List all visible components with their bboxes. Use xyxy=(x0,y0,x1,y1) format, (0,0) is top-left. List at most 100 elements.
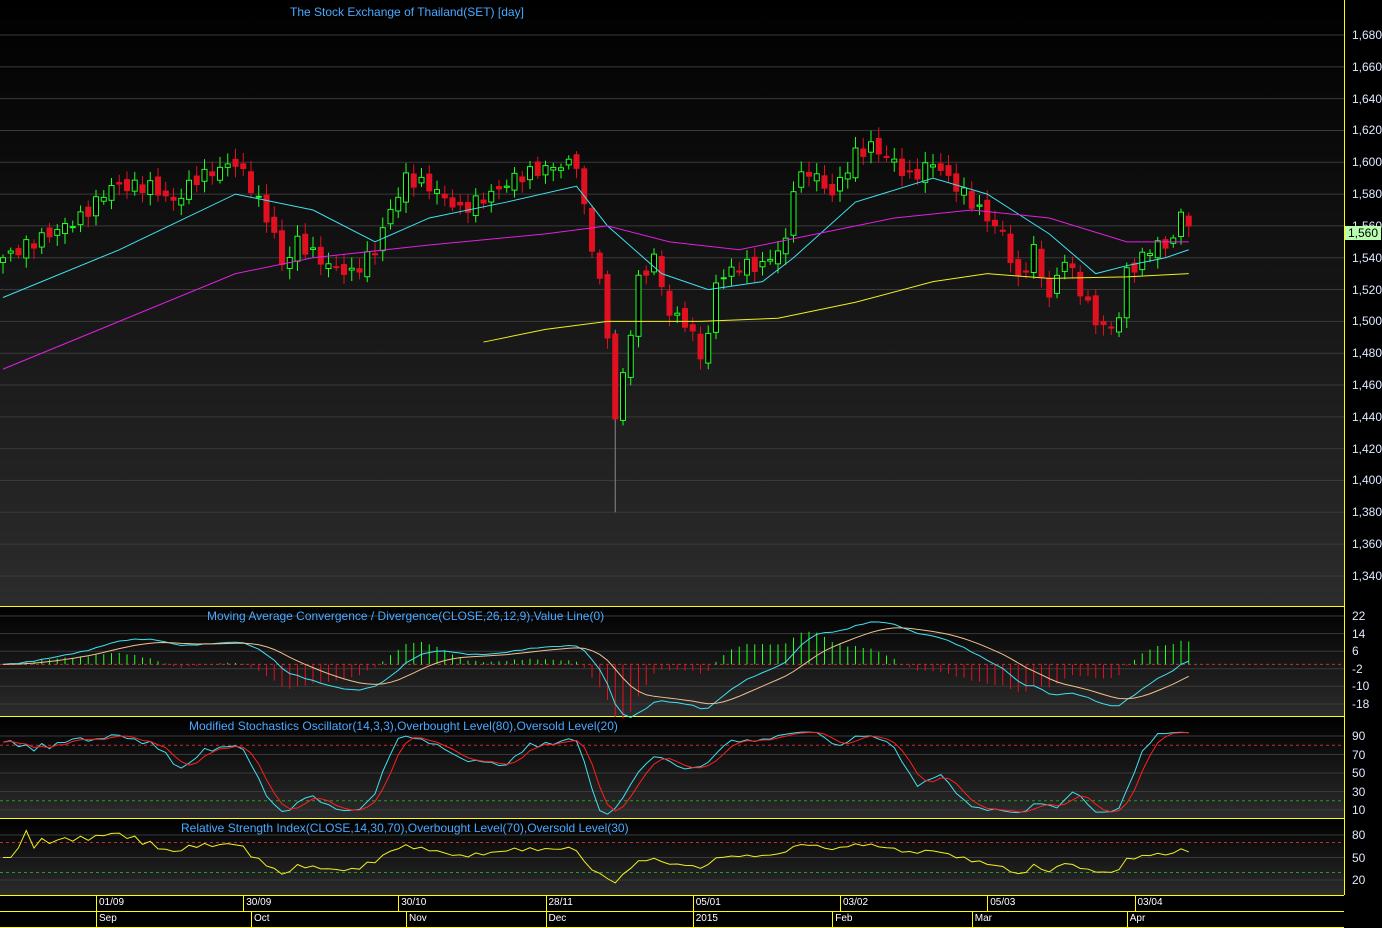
candle-up xyxy=(434,189,440,194)
date-label: 28/11 xyxy=(545,896,573,911)
candle-down xyxy=(1185,215,1192,227)
last-price-label: 1,560 xyxy=(1345,226,1382,240)
candle-down xyxy=(697,333,704,360)
rsi-tick-label: 50 xyxy=(1352,850,1366,865)
candle-up xyxy=(77,211,84,226)
candle-up xyxy=(472,195,479,217)
date-label: 30/09 xyxy=(243,896,271,911)
candle-down xyxy=(643,270,650,276)
candle-up xyxy=(0,257,6,264)
candle-up xyxy=(62,222,68,235)
candle-up xyxy=(542,165,549,176)
candle-up xyxy=(54,229,61,236)
date-label: 05/01 xyxy=(692,896,721,911)
candle-up xyxy=(147,180,154,195)
candle-up xyxy=(1061,261,1068,272)
candle-up xyxy=(635,274,642,337)
candle-up xyxy=(720,277,727,280)
candle-up xyxy=(844,172,851,180)
rsi-tick-label: 80 xyxy=(1352,828,1366,842)
candle-down xyxy=(209,171,216,177)
candle-down xyxy=(604,274,611,339)
candle-down xyxy=(480,199,487,204)
candle-up xyxy=(922,162,929,183)
candle-down xyxy=(899,158,905,176)
month-label: Oct xyxy=(251,912,270,927)
stoch-title: Modified Stochastics Oscillator(14,3,3),… xyxy=(189,719,618,733)
price-tick-label: 1,360 xyxy=(1352,537,1382,552)
candle-up xyxy=(325,263,332,269)
candle-down xyxy=(1038,248,1045,278)
candle-down xyxy=(519,176,526,183)
candle-up xyxy=(775,250,781,265)
candle-down xyxy=(945,165,952,176)
candle-up xyxy=(651,253,657,273)
candle-down xyxy=(333,266,340,269)
price-tick-label: 1,340 xyxy=(1352,568,1382,583)
month-label: Apr xyxy=(1126,912,1145,927)
macd-tick-label: 6 xyxy=(1352,644,1359,659)
candle-down xyxy=(341,264,347,275)
candle-down xyxy=(1085,296,1091,301)
candle-down xyxy=(1077,271,1084,297)
candle-up xyxy=(1123,267,1130,319)
candle-up xyxy=(7,250,14,254)
candle-up xyxy=(728,266,735,277)
candle-down xyxy=(682,308,688,328)
candle-up xyxy=(627,334,634,378)
price-tick-label: 1,620 xyxy=(1352,123,1382,138)
candle-up xyxy=(961,187,967,196)
macd-tick-label: -2 xyxy=(1352,661,1363,676)
candle-up xyxy=(705,332,712,364)
price-tick-label: 1,480 xyxy=(1352,346,1382,361)
date-label: 03/02 xyxy=(840,896,868,911)
candle-down xyxy=(31,243,37,249)
candle-down xyxy=(116,182,123,185)
candle-down xyxy=(666,290,673,316)
candle-down xyxy=(821,175,828,189)
date-label: 03/04 xyxy=(1134,896,1163,911)
candle-down xyxy=(984,199,991,222)
candle-up xyxy=(294,235,301,262)
candle-down xyxy=(968,191,975,209)
candle-down xyxy=(232,158,239,167)
candle-up xyxy=(1030,244,1037,274)
macd-title: Moving Average Convergence / Divergence(… xyxy=(207,609,605,623)
candle-down xyxy=(248,171,254,194)
candle-down xyxy=(139,184,146,193)
candle-up xyxy=(23,239,30,259)
candle-up xyxy=(93,196,99,217)
candle-down xyxy=(806,171,812,177)
candle-down xyxy=(883,155,890,158)
candle-down xyxy=(271,216,278,233)
candle-down xyxy=(263,194,270,223)
candle-up xyxy=(1116,317,1122,333)
month-label: Sep xyxy=(96,912,117,927)
price-tick-label: 1,460 xyxy=(1352,378,1382,393)
chart-title: The Stock Exchange of Thailand(SET) [day… xyxy=(290,5,524,19)
price-tick-label: 1,600 xyxy=(1352,155,1382,170)
candle-down xyxy=(573,154,580,169)
date-label: 01/09 xyxy=(96,896,124,911)
rsi-tick-label: 20 xyxy=(1352,873,1366,887)
candle-down xyxy=(751,256,758,272)
candle-down xyxy=(457,201,464,206)
candle-up xyxy=(1139,251,1146,271)
candle-up xyxy=(100,196,107,202)
candle-up xyxy=(511,172,518,191)
candle-up xyxy=(503,185,510,188)
candle-down xyxy=(953,173,960,192)
candle-down xyxy=(240,163,247,169)
candle-up xyxy=(38,232,45,248)
price-tick-label: 1,580 xyxy=(1352,187,1382,202)
candle-down xyxy=(496,186,502,190)
candle-down xyxy=(193,175,200,186)
month-label: Dec xyxy=(545,912,566,927)
price-tick-label: 1,680 xyxy=(1352,28,1382,42)
candle-up xyxy=(813,173,820,182)
candle-up xyxy=(1178,211,1184,238)
candle-up xyxy=(713,282,719,333)
candle-up xyxy=(255,195,262,198)
price-tick-label: 1,520 xyxy=(1352,282,1382,297)
candle-up xyxy=(930,164,936,168)
